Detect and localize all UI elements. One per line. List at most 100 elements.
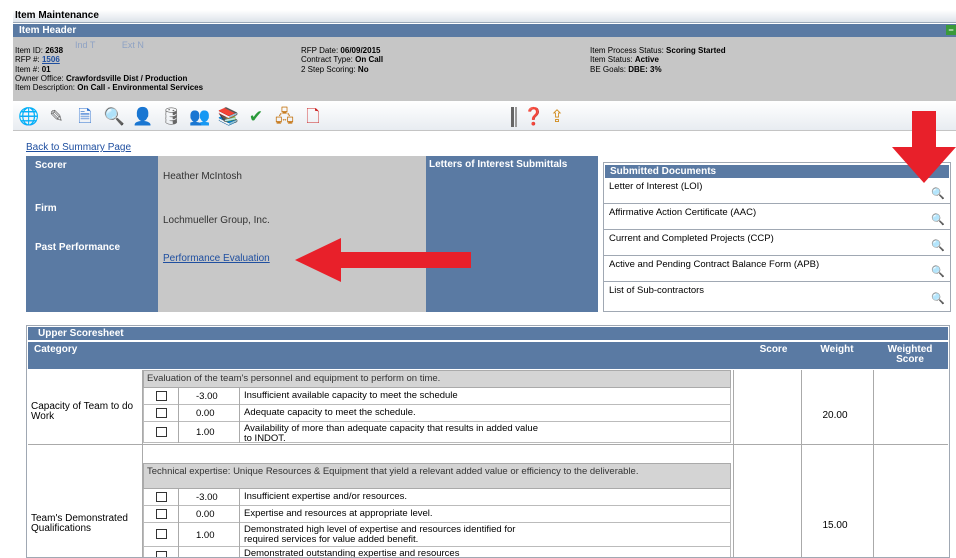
category-description: Technical expertise: Unique Resources & … (143, 463, 731, 489)
user-icon[interactable]: 👤 (132, 107, 153, 127)
option-value: 1.00 (196, 427, 215, 438)
books-icon[interactable]: 📚 (218, 107, 239, 127)
globe-icon[interactable]: 🌐 (18, 107, 39, 127)
toolbar: 🌐 ✎ 🗎 🔍 👤 🛢 👥 📚 ✔ 🖧 🗋 ❓ ⇪ (13, 101, 956, 131)
pencil-icon[interactable]: ✎ (47, 107, 67, 127)
document-name: Active and Pending Contract Balance Form… (609, 259, 820, 270)
weighted-score-column-header: Weighted Score (876, 345, 944, 365)
header-field-key: Item Status: (590, 55, 635, 65)
score-checkbox[interactable] (156, 390, 167, 401)
header-field-key: RFP Date: (301, 46, 341, 55)
header-column-3: Item Process Status: Scoring Started Item… (590, 46, 726, 74)
header-field-key: 2 Step Scoring: (301, 64, 358, 74)
firm-value: Lochmueller Group, Inc. (163, 215, 270, 226)
header-field: Item Description: On Call - Environmenta… (15, 83, 203, 92)
document-name: Letter of Interest (LOI) (609, 181, 703, 192)
cell-divider (239, 506, 240, 523)
scoring-option-row: 1.00 Demonstrated high level of expertise… (143, 523, 731, 547)
header-field-value: 06/09/2015 (340, 46, 381, 55)
magnifier-icon[interactable]: 🔍 (104, 107, 125, 127)
option-description: Adequate capacity to meet the schedule. (244, 407, 416, 418)
column-divider (873, 370, 874, 557)
scoring-option-row: -3.00 Insufficient expertise and/or resou… (143, 489, 731, 506)
header-field-key: BE Goals: (590, 64, 629, 74)
column-divider (733, 370, 734, 557)
firm-label: Firm (35, 203, 57, 214)
rfp-link[interactable]: 1506 (42, 55, 60, 64)
scorer-panel: Scorer Firm Past Performance Heather McI… (26, 156, 426, 312)
header-field: RFP #: 1506 (15, 55, 203, 64)
header-field-key: Item Description: (15, 83, 78, 93)
option-description: Availability of more than adequate capac… (244, 423, 538, 444)
option-value: 1.00 (196, 529, 215, 541)
upload-icon[interactable]: ⇪ (547, 107, 567, 127)
document-name: List of Sub-contractors (609, 285, 705, 296)
back-to-summary-link[interactable]: Back to Summary Page (26, 142, 131, 153)
view-document-icon[interactable]: 🔍 (931, 265, 945, 278)
weight-value: 15.00 (822, 520, 848, 531)
checkmark-icon[interactable]: ✔ (246, 107, 266, 127)
option-description: Demonstrated outstanding expertise and r… (244, 548, 460, 558)
score-column-header: Score (759, 344, 788, 355)
header-field: 2 Step Scoring: No (301, 65, 383, 74)
option-description: Insufficient available capacity to meet … (244, 390, 458, 401)
category-description: Evaluation of the team's personnel and e… (143, 370, 731, 388)
header-field-value: 2638 (45, 46, 64, 55)
document-row: Active and Pending Contract Balance Form… (604, 256, 950, 282)
ghost-tab: Ind T (75, 40, 96, 50)
collapse-button[interactable]: − (946, 25, 956, 35)
cell-divider (239, 489, 240, 506)
score-checkbox[interactable] (156, 491, 167, 502)
ghost-tabs: Ind T Ext N (75, 40, 168, 50)
users-icon[interactable]: 👥 (189, 107, 210, 127)
cell-divider (239, 547, 240, 557)
view-document-icon[interactable]: 🔍 (931, 187, 945, 200)
help-icon[interactable]: ❓ (523, 107, 544, 127)
view-document-icon[interactable]: 🔍 (931, 292, 945, 305)
column-divider (801, 370, 802, 557)
weight-column-header: Weight (820, 344, 854, 355)
header-field-value: On Call - Environmental Services (77, 83, 204, 93)
category-column-header: Category (34, 344, 78, 355)
cell-divider (178, 405, 179, 422)
header-field-value: DBE: 3% (628, 64, 662, 74)
option-description: Expertise and resources at appropriate l… (244, 508, 433, 519)
header-field: Item Status: Active (590, 55, 726, 64)
option-value: -3.00 (196, 391, 218, 402)
document-row: Current and Completed Projects (CCP) 🔍 (604, 230, 950, 256)
header-field-key: Owner Office: (15, 73, 66, 83)
cell-divider (178, 506, 179, 523)
ghost-tab: Ext N (121, 40, 144, 50)
score-checkbox[interactable] (156, 551, 167, 557)
cell-divider (239, 422, 240, 443)
red-arrow-left-annotation (295, 238, 471, 282)
header-field-value: Scoring Started (666, 46, 726, 55)
section-divider (28, 444, 948, 445)
document-icon[interactable]: 🗎 (75, 107, 95, 127)
upper-scoresheet: Upper Scoresheet Category Score Weight W… (26, 325, 950, 558)
scorer-label: Scorer (35, 160, 67, 171)
org-chart-icon[interactable]: 🖧 (275, 107, 295, 127)
header-field-value: No (357, 64, 369, 74)
header-field-value: Active (634, 55, 659, 65)
performance-evaluation-link[interactable]: Performance Evaluation (163, 253, 270, 264)
item-header-bar[interactable]: Item Header − (13, 24, 956, 37)
document-name: Affirmative Action Certificate (AAC) (609, 207, 757, 218)
header-field-key: Contract Type: (301, 55, 356, 65)
pdf-icon[interactable]: 🗋 (303, 107, 323, 127)
score-checkbox[interactable] (156, 426, 167, 437)
view-document-icon[interactable]: 🔍 (931, 239, 945, 252)
document-row: List of Sub-contractors 🔍 (604, 282, 950, 308)
header-field-value: On Call (355, 55, 384, 65)
view-document-icon[interactable]: 🔍 (931, 213, 945, 226)
header-field: Owner Office: Crawfordsville Dist / Prod… (15, 74, 203, 83)
score-checkbox[interactable] (156, 407, 167, 418)
header-field-value: Crawfordsville Dist / Production (65, 73, 188, 83)
score-checkbox[interactable] (156, 529, 167, 539)
header-field-key: Item #: (15, 64, 42, 74)
option-description: Insufficient expertise and/or resources. (244, 491, 407, 502)
database-icon[interactable]: 🛢 (161, 107, 183, 127)
scoring-option-row: -3.00 Insufficient available capacity to … (143, 388, 731, 405)
score-checkbox[interactable] (156, 508, 167, 519)
scoring-option-row: 0.00 Adequate capacity to meet the schedu… (143, 405, 731, 422)
